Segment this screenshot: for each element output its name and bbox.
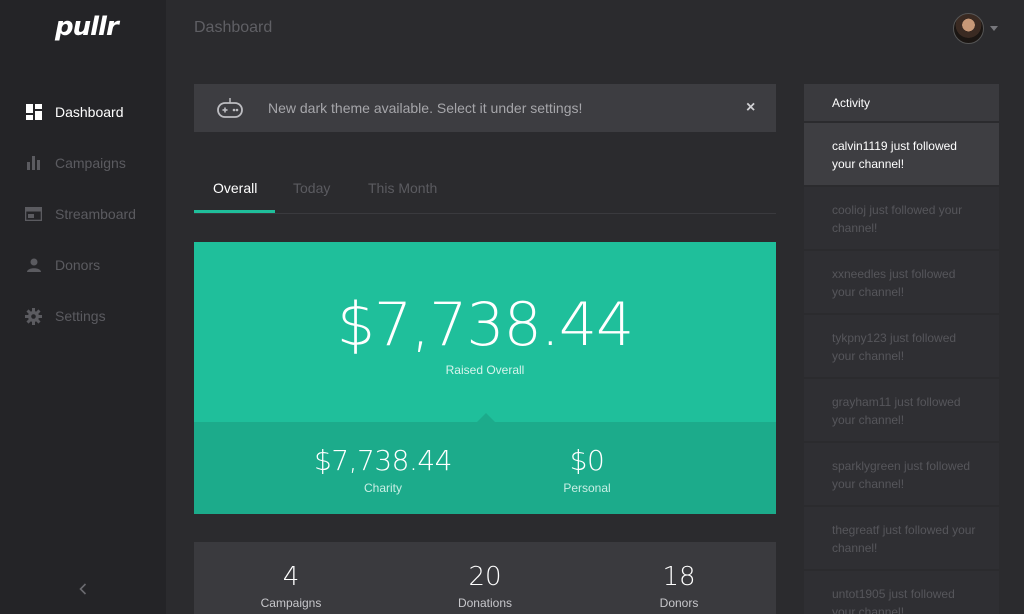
activity-item[interactable]: untot1905 just followed your channel!: [804, 571, 999, 614]
stat-value: 18: [662, 562, 696, 592]
stat-value: 4: [282, 562, 300, 592]
chevron-down-icon[interactable]: [990, 26, 998, 31]
total-raised-label: Raised Overall: [445, 363, 525, 377]
sidebar-item-label: Campaigns: [55, 155, 126, 171]
bar-chart-icon: [25, 155, 42, 172]
gamepad-icon: [217, 97, 243, 124]
activity-item[interactable]: grayham11 just followed your channel!: [804, 379, 999, 441]
stat-value: 20: [468, 562, 502, 592]
total-raised-amount: $7,738.44: [336, 290, 634, 360]
stats-card: 4 Campaigns 20 Donations 18 Donors: [194, 542, 776, 614]
theme-alert: New dark theme available. Select it unde…: [194, 84, 776, 132]
stat-label: Donors: [659, 596, 699, 610]
stat-label: Campaigns: [260, 596, 322, 610]
activity-item[interactable]: calvin1119 just followed your channel!: [804, 123, 999, 185]
sidebar-item-dashboard[interactable]: Dashboard: [25, 100, 124, 124]
campaigns-stat: 4 Campaigns: [231, 562, 351, 610]
alert-message: New dark theme available. Select it unde…: [268, 100, 583, 116]
sidebar-item-label: Streamboard: [55, 206, 136, 222]
logo[interactable]: pullr: [55, 12, 119, 42]
sidebar-item-label: Donors: [55, 257, 101, 273]
activity-item[interactable]: coolioj just followed your channel!: [804, 187, 999, 249]
raised-breakdown: $7,738.44 Charity $0 Personal: [194, 422, 776, 514]
activity-item[interactable]: xxneedles just followed your channel!: [804, 251, 999, 313]
personal-amount: $0: [569, 444, 605, 477]
activity-item[interactable]: sparklygreen just followed your channel!: [804, 443, 999, 505]
person-icon: [25, 257, 42, 274]
sidebar-item-campaigns[interactable]: Campaigns: [25, 151, 126, 175]
sidebar-item-streamboard[interactable]: Streamboard: [25, 202, 136, 226]
gear-icon: [25, 307, 42, 325]
sidebar-item-donors[interactable]: Donors: [25, 253, 100, 277]
avatar[interactable]: [953, 13, 984, 44]
tab-this-month[interactable]: This Month: [368, 180, 437, 196]
page-title: Dashboard: [194, 19, 273, 36]
personal-stat: $0 Personal: [507, 444, 667, 495]
split-notch: [477, 413, 495, 422]
donations-stat: 20 Donations: [425, 562, 545, 610]
donors-stat: 18 Donors: [619, 562, 739, 610]
charity-amount: $7,738.44: [313, 444, 453, 477]
chevron-left-icon: [79, 582, 87, 600]
total-raised-card: $7,738.44 Raised Overall $7,738.44 Chari…: [194, 242, 776, 514]
active-tab-indicator: [194, 210, 275, 213]
activity-item[interactable]: tykpny123 just followed your channel!: [804, 315, 999, 377]
personal-label: Personal: [563, 481, 611, 495]
sidebar: pullr Dashboard Campaigns Streamboard Do…: [0, 0, 166, 614]
charity-stat: $7,738.44 Charity: [303, 444, 463, 495]
charity-label: Charity: [363, 481, 402, 495]
activity-item[interactable]: thegreatf just followed your channel!: [804, 507, 999, 569]
dashboard-icon: [25, 104, 42, 121]
sidebar-item-settings[interactable]: Settings: [25, 304, 106, 328]
sidebar-item-label: Settings: [55, 308, 106, 324]
tab-today[interactable]: Today: [293, 180, 330, 196]
period-tabs: Overall Today This Month: [194, 170, 776, 214]
collapse-sidebar-button[interactable]: [76, 582, 90, 600]
activity-title: Activity: [804, 84, 999, 122]
stat-label: Donations: [457, 596, 513, 610]
sidebar-item-label: Dashboard: [55, 104, 124, 120]
streamboard-icon: [25, 206, 42, 223]
tab-overall[interactable]: Overall: [213, 180, 257, 196]
close-icon[interactable]: ×: [746, 99, 755, 117]
activity-panel: Activity calvin1119 just followed your c…: [804, 84, 999, 614]
